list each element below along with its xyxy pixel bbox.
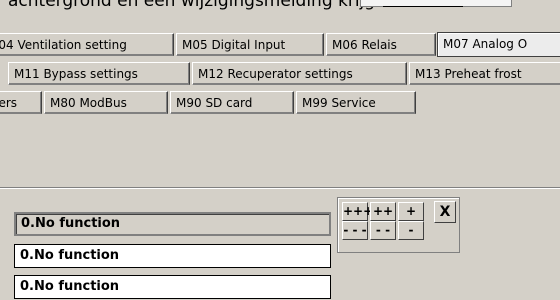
tab-m04-ventilation-setting[interactable]: M04 Ventilation setting <box>0 33 174 56</box>
decrease-large-button[interactable]: - - - <box>342 221 368 240</box>
increase-medium-button[interactable]: ++ <box>370 202 396 221</box>
tab-panel-border <box>0 187 560 189</box>
tab-m05-digital-input[interactable]: M05 Digital Input <box>176 33 324 56</box>
tab-m07-analog-output[interactable]: M07 Analog O <box>437 32 560 57</box>
increase-small-button[interactable]: + <box>398 202 424 221</box>
tab-m13-preheat-frost[interactable]: M13 Preheat frost <box>409 62 560 85</box>
tab-m06-relais[interactable]: M06 Relais <box>326 33 436 56</box>
caption-text: achtergrond en een wijzigingsmelding kri… <box>8 0 402 11</box>
value-stepper-panel: +++ ++ + - - - - - - X <box>337 197 460 253</box>
tab-meters-label: Meters <box>0 96 18 110</box>
parameter-field-2[interactable]: 0.No function <box>14 244 331 268</box>
increase-large-button[interactable]: +++ <box>342 202 373 221</box>
instruction-caption: achtergrond en een wijzigingsmelding kri… <box>0 0 560 11</box>
tab-m99-service[interactable]: M99 Service <box>296 91 416 114</box>
parameter-field-1[interactable]: 0.No function <box>14 212 331 236</box>
tab-m90-sd-card[interactable]: M90 SD card <box>170 91 294 114</box>
parameter-field-3[interactable]: 0.No function <box>14 275 331 299</box>
tab-row-2: M11 Bypass settings M12 Recuperator sett… <box>0 59 560 89</box>
decrease-medium-button[interactable]: - - <box>370 221 396 240</box>
tab-m11-bypass-settings[interactable]: M11 Bypass settings <box>8 62 190 85</box>
tab-row-1: M04 Ventilation setting M05 Digital Inpu… <box>0 30 560 60</box>
tab-m80-modbus[interactable]: M80 ModBus <box>44 91 168 114</box>
tab-meters[interactable]: Meters <box>0 91 42 114</box>
tab-row-3: Meters M80 ModBus M90 SD card M99 Servic… <box>0 88 560 118</box>
close-icon[interactable]: X <box>434 201 456 223</box>
decrease-small-button[interactable]: - <box>398 221 424 240</box>
caption-illustration-box <box>360 0 512 7</box>
tab-m12-recuperator-settings[interactable]: M12 Recuperator settings <box>192 62 407 85</box>
